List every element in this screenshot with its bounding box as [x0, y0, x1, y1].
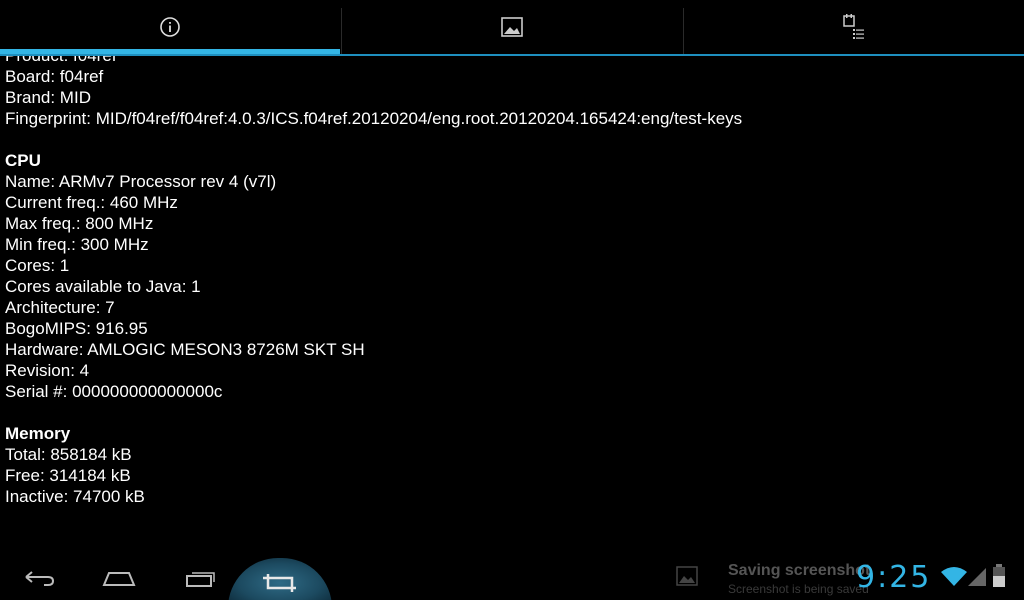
cpu-line-hardware: Hardware: AMLOGIC MESON3 8726M SKT SH — [5, 340, 365, 359]
wifi-icon — [941, 567, 967, 586]
battery-icon — [993, 564, 1005, 587]
cpu-line-bogomips: BogoMIPS: 916.95 — [5, 319, 148, 338]
image-icon — [501, 17, 523, 37]
info-icon — [160, 17, 180, 37]
info-line-fingerprint: Fingerprint: MID/f04ref/f04ref:4.0.3/ICS… — [5, 109, 743, 128]
screenshot-notification-icon — [676, 566, 698, 586]
back-icon — [25, 571, 55, 586]
info-line-brand: Brand: MID — [5, 88, 91, 107]
cpu-line-cores: Cores: 1 — [5, 256, 70, 275]
calendar-list-icon — [843, 14, 864, 39]
cpu-line-min-freq: Min freq.: 300 MHz — [5, 235, 149, 254]
tab-image[interactable] — [342, 0, 682, 54]
cpu-line-max-freq: Max freq.: 800 MHz — [5, 214, 154, 233]
screen: Product: f04ref Board: f04ref Brand: MID… — [0, 0, 1024, 600]
recent-apps-icon — [186, 572, 215, 587]
tab-info[interactable] — [0, 0, 340, 54]
cpu-line-name: Name: ARMv7 Processor rev 4 (v7l) — [5, 172, 277, 191]
notification-subtitle[interactable]: Screenshot is being saved — [728, 582, 869, 596]
home-icon — [102, 572, 136, 586]
memory-heading: Memory — [5, 424, 71, 443]
cpu-line-current-freq: Current freq.: 460 MHz — [5, 193, 178, 212]
notification-title[interactable]: Saving screenshot — [728, 562, 870, 580]
tab-calendar-list[interactable] — [684, 0, 1024, 54]
selected-tab-indicator — [0, 49, 340, 54]
home-button[interactable] — [84, 558, 154, 598]
screenshot-button[interactable] — [228, 558, 332, 600]
recent-apps-button[interactable] — [166, 558, 236, 598]
signal-icon — [968, 568, 986, 586]
cpu-line-architecture: Architecture: 7 — [5, 298, 115, 317]
crop-icon — [263, 574, 296, 592]
device-info-scroll[interactable]: Product: f04ref Board: f04ref Brand: MID… — [5, 56, 1015, 552]
cpu-line-java-cores: Cores available to Java: 1 — [5, 277, 201, 296]
back-button[interactable] — [4, 558, 74, 598]
cpu-heading: CPU — [5, 151, 41, 170]
cpu-line-serial: Serial #: 000000000000000c — [5, 382, 223, 401]
memory-line-free: Free: 314184 kB — [5, 466, 131, 485]
cpu-line-revision: Revision: 4 — [5, 361, 90, 380]
clock[interactable]: 9:25 — [856, 560, 931, 595]
product-line-partial: Product: f04ref — [5, 56, 1015, 66]
info-line-board: Board: f04ref — [5, 67, 104, 86]
tab-bar — [0, 0, 1024, 56]
memory-line-inactive: Inactive: 74700 kB — [5, 487, 145, 506]
memory-line-total: Total: 858184 kB — [5, 445, 132, 464]
